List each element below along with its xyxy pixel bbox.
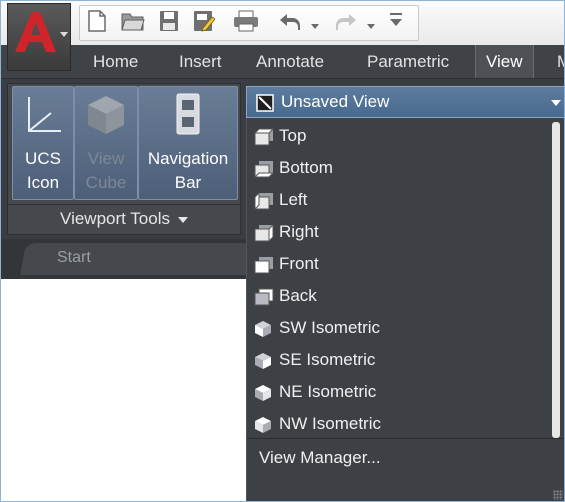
view-cube-label: View Cube <box>85 149 127 192</box>
viewport-tools-panel: UCS Icon View Cube Navigation Bar Viewpo… <box>7 83 241 235</box>
view-dropdown-list: Top Bottom Left Right Front Back SW Isom… <box>246 118 564 501</box>
view-dropdown-selected: Unsaved View <box>281 92 390 111</box>
ucs-icon <box>28 97 61 132</box>
ucs-icon-button[interactable]: UCS Icon <box>12 86 74 200</box>
undo-icon[interactable] <box>279 10 301 37</box>
autocad-window: Home Insert Annotate Parametric View M U… <box>0 0 565 502</box>
left-view-icon <box>254 192 273 210</box>
plot-icon[interactable] <box>233 10 259 37</box>
tab-insert[interactable]: Insert <box>179 45 222 78</box>
tab-more[interactable]: M <box>557 45 564 78</box>
navigation-bar-button[interactable]: Navigation Bar <box>138 86 238 200</box>
view-option-sw-isometric[interactable]: SW Isometric <box>250 312 550 344</box>
navigation-bar-icon <box>176 93 200 135</box>
top-view-icon <box>254 128 274 146</box>
front-view-icon <box>254 257 273 274</box>
tab-view[interactable]: View <box>475 45 534 78</box>
ne-isometric-icon <box>255 385 271 401</box>
view-dropdown[interactable]: Unsaved View <box>246 86 564 118</box>
tab-parametric[interactable]: Parametric <box>367 45 449 78</box>
save-as-icon[interactable] <box>193 10 216 37</box>
view-manager-button[interactable]: View Manager... <box>259 448 381 468</box>
view-option-top[interactable]: Top <box>250 120 550 152</box>
view-option-left[interactable]: Left <box>250 184 550 216</box>
resize-grip-icon[interactable] <box>553 490 563 500</box>
tab-annotate[interactable]: Annotate <box>256 45 324 78</box>
bottom-view-icon <box>254 161 274 178</box>
view-cube-icon <box>88 96 124 134</box>
right-view-icon <box>254 224 274 242</box>
customize-icon[interactable] <box>389 12 403 33</box>
application-menu-caret-icon <box>60 32 68 37</box>
open-icon[interactable] <box>121 10 145 37</box>
file-tab-bar: Start <box>1 239 254 279</box>
panel-expand-caret-icon <box>177 216 188 223</box>
save-icon[interactable] <box>159 10 179 37</box>
new-icon[interactable] <box>87 10 107 37</box>
autocad-logo-icon <box>15 12 56 52</box>
view-option-bottom[interactable]: Bottom <box>250 152 550 184</box>
application-menu-button[interactable] <box>7 3 71 71</box>
ribbon-tab-bar: Home Insert Annotate Parametric View M <box>1 45 564 79</box>
view-list-scrollbar[interactable] <box>552 122 560 438</box>
view-option-se-isometric[interactable]: SE Isometric <box>250 344 550 376</box>
back-view-icon <box>254 288 274 306</box>
unsaved-view-icon <box>256 94 274 112</box>
redo-icon[interactable] <box>335 10 357 37</box>
quick-access-toolbar <box>1 1 564 45</box>
view-dropdown-caret-icon <box>551 100 561 106</box>
view-option-ne-isometric[interactable]: NE Isometric <box>250 376 550 408</box>
view-cube-button[interactable]: View Cube <box>74 86 138 200</box>
view-list-separator <box>247 438 564 439</box>
view-option-front[interactable]: Front <box>250 248 550 280</box>
sw-isometric-icon <box>255 321 271 337</box>
view-option-right[interactable]: Right <box>250 216 550 248</box>
nw-isometric-icon <box>255 417 271 433</box>
ucs-icon-label: UCS Icon <box>25 149 61 192</box>
start-tab-shape[interactable] <box>20 243 254 275</box>
view-option-nw-isometric[interactable]: NW Isometric <box>250 408 550 440</box>
drawing-canvas[interactable] <box>1 279 247 501</box>
redo-dropdown-icon[interactable] <box>367 17 375 35</box>
se-isometric-icon <box>255 353 271 369</box>
view-option-back[interactable]: Back <box>250 280 550 312</box>
navigation-bar-label: Navigation Bar <box>147 149 229 192</box>
tab-home[interactable]: Home <box>93 45 138 78</box>
start-tab-label[interactable]: Start <box>57 249 91 267</box>
viewport-tools-panel-title[interactable]: Viewport Tools <box>8 204 240 233</box>
undo-dropdown-icon[interactable] <box>311 17 319 35</box>
